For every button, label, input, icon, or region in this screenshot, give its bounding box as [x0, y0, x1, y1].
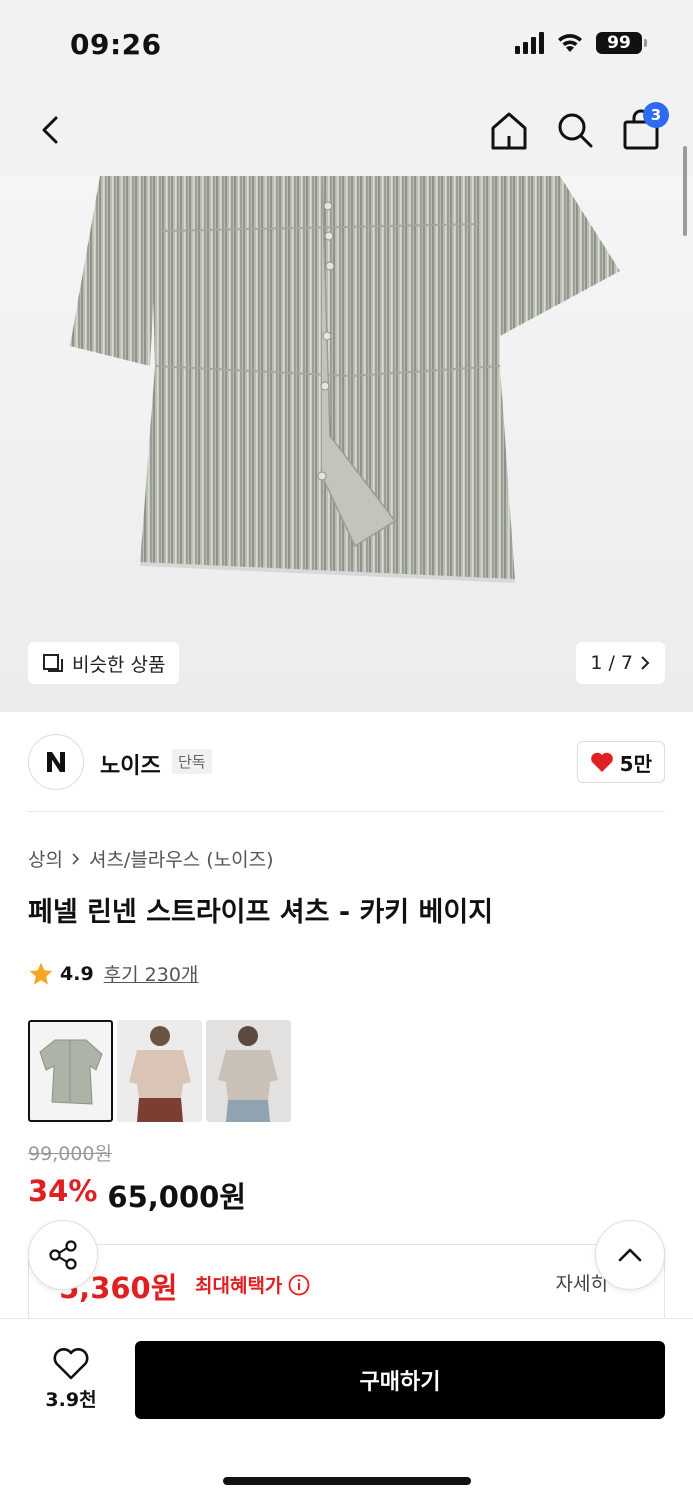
original-price: 99,000원: [28, 1143, 112, 1165]
thumbnail-model-side[interactable]: [206, 1020, 291, 1122]
scroll-top-button[interactable]: [595, 1220, 665, 1290]
product-image-carousel[interactable]: 비슷한 상품 1 / 7: [0, 176, 693, 712]
pager-text: 1 / 7: [590, 652, 633, 674]
brand-logo[interactable]: [28, 734, 84, 790]
share-button[interactable]: [28, 1220, 98, 1290]
status-icons: 99: [515, 32, 647, 54]
similar-products-button[interactable]: 비슷한 상품: [28, 642, 180, 684]
chevron-right-icon: [72, 852, 80, 865]
home-indicator: [223, 1477, 471, 1485]
battery-icon: 99: [596, 32, 647, 54]
chevron-up-icon: [618, 1248, 642, 1262]
share-icon: [49, 1240, 77, 1270]
brand-name[interactable]: 노이즈: [100, 748, 161, 780]
status-time: 09:26: [70, 28, 162, 61]
sale-price: 65,000원: [107, 1180, 247, 1214]
heart-outline-icon: [53, 1348, 89, 1380]
star-icon: [29, 962, 53, 985]
status-bar: 09:26 99: [0, 0, 693, 90]
brand-logo-icon: [47, 752, 65, 772]
cart-button[interactable]: 3: [621, 102, 669, 152]
product-title: 페넬 린넨 스트라이프 셔츠 - 카키 베이지: [28, 897, 494, 928]
signal-icon: [515, 32, 544, 54]
bottom-action-bar: 3.9천 구매하기: [0, 1318, 693, 1500]
review-link[interactable]: 후기 230개: [104, 960, 199, 987]
image-pager[interactable]: 1 / 7: [576, 642, 665, 684]
chevron-right-icon: [641, 656, 650, 670]
wifi-icon: [558, 34, 582, 52]
similar-products-label: 비슷한 상품: [72, 653, 166, 676]
scroll-indicator: [683, 146, 687, 236]
home-icon[interactable]: [489, 108, 529, 152]
breadcrumb-item[interactable]: 셔츠/블라우스 (노이즈): [89, 845, 274, 872]
wishlist-button[interactable]: 3.9천: [40, 1347, 102, 1412]
heart-filled-icon: [590, 752, 613, 772]
max-benefit-label: 최대혜택가: [195, 1275, 283, 1297]
exclusive-badge: 단독: [172, 749, 212, 774]
wishlist-count: 3.9천: [45, 1389, 97, 1411]
brand-like-count: 5만: [619, 751, 652, 776]
rating-score: 4.9: [60, 962, 94, 985]
max-benefit-label-row: 최대혜택가: [195, 1271, 310, 1298]
thumbnail-model-front[interactable]: [117, 1020, 202, 1122]
thumbnail-product[interactable]: [28, 1020, 113, 1122]
info-icon[interactable]: [288, 1274, 310, 1296]
back-icon[interactable]: [32, 110, 72, 150]
similar-icon: [43, 654, 63, 672]
top-nav: 3: [0, 90, 693, 176]
discount-rate: 34%: [28, 1174, 98, 1208]
search-icon[interactable]: [555, 108, 595, 152]
breadcrumb: 상의 셔츠/블라우스 (노이즈): [28, 845, 274, 872]
buy-button[interactable]: 구매하기: [135, 1341, 665, 1419]
brand-like-button[interactable]: 5만: [576, 741, 665, 783]
brand-row: 노이즈 단독 5만: [28, 712, 665, 812]
rating-row: 4.9 후기 230개: [28, 960, 198, 987]
breadcrumb-item[interactable]: 상의: [28, 845, 63, 872]
battery-level: 99: [596, 32, 642, 54]
thumbnail-list: [28, 1020, 291, 1122]
price-row: 34% 65,000원: [28, 1174, 246, 1216]
nav-actions: 3: [489, 102, 669, 152]
product-image: [70, 176, 620, 583]
cart-count-badge: 3: [643, 102, 669, 128]
